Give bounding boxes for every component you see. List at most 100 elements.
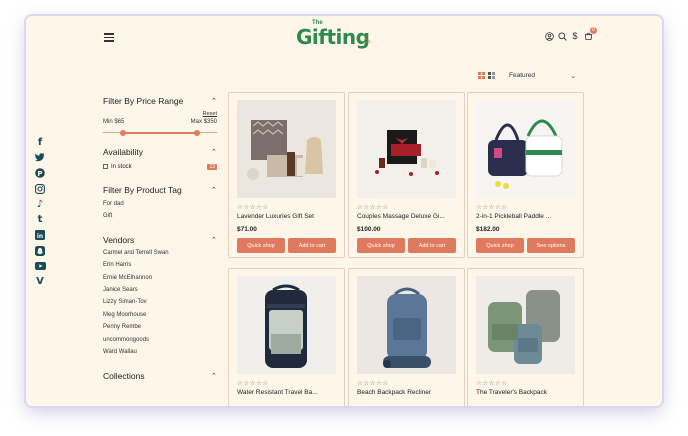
sort-selected-value: Featured — [509, 72, 536, 79]
linkedin-icon[interactable]: in — [34, 229, 46, 242]
product-card[interactable]: ☆☆☆☆☆ Couples Massage Deluxe Gi... $100.… — [348, 92, 465, 258]
logo-co-text: Co. — [364, 39, 372, 45]
pinterest-icon[interactable]: P — [34, 167, 46, 180]
account-icon[interactable] — [544, 31, 554, 41]
vendors-title: Vendors — [103, 234, 135, 245]
in-stock-count-badge: 13 — [207, 164, 217, 171]
vendor-item[interactable]: Erin Harris — [103, 259, 217, 271]
cart-count-badge: 0 — [590, 27, 597, 34]
in-stock-label: In stock — [111, 164, 132, 171]
vendor-item[interactable]: uncommongoods — [103, 334, 217, 346]
see-options-button[interactable]: See options — [527, 238, 575, 253]
rating-stars: ☆☆☆☆☆ — [237, 380, 269, 387]
price-filter-title: Filter By Price Range — [103, 96, 184, 106]
product-name[interactable]: Beach Backpack Recliner — [357, 389, 431, 396]
in-stock-label-group: In stock — [103, 164, 132, 170]
vendor-item[interactable]: Meg Moorhouse — [103, 309, 217, 321]
quick-shop-button[interactable]: Quick shop — [357, 238, 405, 253]
social-links: f P ♪ t in V — [34, 136, 46, 288]
product-image[interactable] — [476, 100, 575, 198]
vendor-item[interactable]: Carmel and Terrell Swan — [103, 247, 217, 259]
availability-filter-header[interactable]: Availability ⌃ — [103, 147, 217, 157]
chevron-up-icon[interactable]: ⌃ — [211, 97, 217, 105]
vendor-item[interactable]: Ward Wallau — [103, 346, 217, 358]
hamburger-menu-icon[interactable] — [104, 33, 114, 42]
tag-filter-header[interactable]: Filter By Product Tag ⌃ — [103, 185, 217, 195]
product-name[interactable]: 2-in-1 Pickleball Paddle ... — [476, 213, 551, 220]
product-image[interactable] — [357, 100, 456, 198]
product-name[interactable]: The Traveler's Backpack — [476, 389, 547, 396]
rating-stars: ☆☆☆☆☆ — [357, 380, 389, 387]
site-logo[interactable]: The Gifting Co. — [296, 20, 376, 50]
product-card[interactable]: ☆☆☆☆☆ Water Resistant Travel Ba... — [228, 268, 345, 406]
currency-icon[interactable]: $ — [570, 31, 580, 41]
reset-link[interactable]: Reset — [103, 111, 217, 117]
tumblr-icon[interactable]: t — [34, 214, 46, 227]
chevron-down-icon: ⌄ — [570, 73, 576, 80]
price-max-label: Max $350 — [190, 119, 217, 125]
vendor-item[interactable]: Penny Rembe — [103, 321, 217, 333]
header-icons: $ 0 — [544, 27, 597, 42]
in-stock-checkbox[interactable] — [103, 164, 108, 169]
list-view-icon[interactable] — [488, 72, 495, 79]
cart-icon[interactable]: 0 — [583, 27, 597, 41]
sort-select[interactable]: Featured ⌄ — [509, 72, 576, 80]
instagram-icon[interactable] — [34, 183, 46, 196]
rating-stars: ☆☆☆☆☆ — [476, 204, 508, 211]
product-name[interactable]: Couples Massage Deluxe Gi... — [357, 213, 445, 220]
product-card[interactable]: ☆☆☆☆☆ Lavender Luxuries Gift Set $71.00 … — [228, 92, 345, 258]
chevron-up-icon[interactable]: ⌃ — [211, 186, 217, 194]
twitter-icon[interactable] — [34, 152, 46, 165]
view-toggle — [478, 72, 495, 79]
logo-name-text: Gifting — [296, 25, 370, 49]
grid-view-icon[interactable] — [478, 72, 485, 79]
product-name[interactable]: Water Resistant Travel Ba... — [237, 389, 318, 396]
product-image[interactable] — [237, 276, 336, 374]
vendors-filter-header[interactable]: Vendors ⌃ — [103, 235, 217, 245]
search-icon[interactable] — [557, 31, 567, 41]
product-price: $100.00 — [357, 226, 381, 233]
price-slider[interactable] — [103, 128, 217, 138]
collections-filter-header[interactable]: Collections ⌃ — [103, 371, 217, 381]
product-price: $71.00 — [237, 226, 257, 233]
rating-stars: ☆☆☆☆☆ — [357, 204, 389, 211]
price-min-label: Min $65 — [103, 119, 125, 125]
tag-item-for-dad[interactable]: For dad — [103, 198, 217, 210]
product-card[interactable]: ☆☆☆☆☆ Beach Backpack Recliner — [348, 268, 465, 406]
chevron-up-icon[interactable]: ⌃ — [211, 236, 217, 244]
vendor-list: Carmel and Terrell Swan Erin Harris Erni… — [103, 247, 217, 359]
quick-shop-button[interactable]: Quick shop — [476, 238, 524, 253]
vendor-item[interactable]: Ernie McElhannon — [103, 272, 217, 284]
tag-item-gift[interactable]: Gift — [103, 210, 217, 222]
availability-title: Availability — [103, 147, 144, 157]
slider-max-handle[interactable] — [194, 129, 200, 136]
vimeo-icon[interactable]: V — [34, 276, 46, 289]
price-range-labels: Min $65 Max $350 — [103, 119, 217, 125]
youtube-icon[interactable] — [34, 260, 46, 273]
vendor-item[interactable]: Lizzy Siman-Tov — [103, 296, 217, 308]
product-image[interactable] — [357, 276, 456, 374]
product-image[interactable] — [237, 100, 336, 198]
chevron-up-icon[interactable]: ⌃ — [211, 372, 217, 380]
product-card[interactable]: ☆☆☆☆☆ 2-in-1 Pickleball Paddle ... $182.… — [467, 92, 584, 258]
vendor-item[interactable]: Janice Sears — [103, 284, 217, 296]
product-image[interactable] — [476, 276, 575, 374]
product-name[interactable]: Lavender Luxuries Gift Set — [237, 213, 314, 220]
svg-text:in: in — [37, 233, 43, 240]
browser-frame: The Gifting Co. $ 0 f P ♪ t in V Filter … — [26, 16, 662, 406]
product-price: $182.00 — [476, 226, 500, 233]
slider-fill — [123, 132, 199, 134]
tiktok-icon[interactable]: ♪ — [34, 198, 46, 211]
collections-title: Collections — [103, 371, 145, 382]
add-to-cart-button[interactable]: Add to cart — [408, 238, 456, 253]
slider-min-handle[interactable] — [120, 129, 126, 136]
add-to-cart-button[interactable]: Add to cart — [288, 238, 336, 253]
in-stock-option[interactable]: In stock 13 — [103, 164, 217, 170]
quick-shop-button[interactable]: Quick shop — [237, 238, 285, 253]
price-filter-header[interactable]: Filter By Price Range ⌃ — [103, 96, 217, 106]
snapchat-icon[interactable] — [34, 245, 46, 258]
chevron-up-icon[interactable]: ⌃ — [211, 148, 217, 156]
facebook-icon[interactable]: f — [34, 136, 46, 149]
product-card[interactable]: ☆☆☆☆☆ The Traveler's Backpack — [467, 268, 584, 406]
svg-text:P: P — [37, 170, 42, 178]
